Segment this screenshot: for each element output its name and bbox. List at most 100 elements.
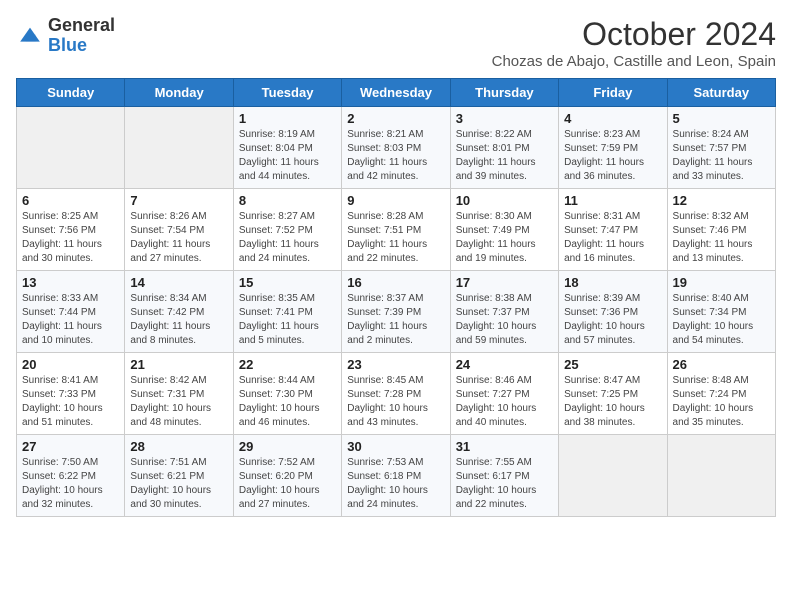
cell-content: Sunrise: 8:37 AM Sunset: 7:39 PM Dayligh… xyxy=(347,292,444,348)
cell-content: Sunrise: 8:38 AM Sunset: 7:37 PM Dayligh… xyxy=(456,292,553,348)
day-number: 27 xyxy=(22,439,119,454)
cell-content: Sunrise: 7:50 AM Sunset: 6:22 PM Dayligh… xyxy=(22,456,119,512)
calendar-cell: 12 Sunrise: 8:32 AM Sunset: 7:46 PM Dayli… xyxy=(667,189,775,271)
title-area: October 2024 Chozas de Abajo, Castille a… xyxy=(492,16,776,70)
calendar-cell: 19 Sunrise: 8:40 AM Sunset: 7:34 PM Dayli… xyxy=(667,271,775,353)
location-title: Chozas de Abajo, Castille and Leon, Spai… xyxy=(492,53,776,70)
cell-content: Sunrise: 8:19 AM Sunset: 8:04 PM Dayligh… xyxy=(239,128,336,184)
cell-content: Sunrise: 7:51 AM Sunset: 6:21 PM Dayligh… xyxy=(130,456,227,512)
day-number: 1 xyxy=(239,111,336,126)
day-number: 23 xyxy=(347,357,444,372)
day-number: 18 xyxy=(564,275,661,290)
day-number: 19 xyxy=(673,275,770,290)
calendar-cell xyxy=(667,435,775,517)
calendar-cell: 3 Sunrise: 8:22 AM Sunset: 8:01 PM Daylig… xyxy=(450,107,558,189)
calendar-cell: 30 Sunrise: 7:53 AM Sunset: 6:18 PM Dayli… xyxy=(342,435,450,517)
logo-text: General Blue xyxy=(48,16,115,56)
day-of-week-header: Monday xyxy=(125,79,233,107)
calendar-cell: 17Sunrise: 8:38 AM Sunset: 7:37 PM Dayli… xyxy=(450,271,558,353)
calendar-week-row: 20 Sunrise: 8:41 AM Sunset: 7:33 PM Dayli… xyxy=(17,353,776,435)
cell-content: Sunrise: 8:31 AM Sunset: 7:47 PM Dayligh… xyxy=(564,210,661,266)
calendar-cell xyxy=(17,107,125,189)
cell-content: Sunrise: 8:28 AM Sunset: 7:51 PM Dayligh… xyxy=(347,210,444,266)
day-number: 12 xyxy=(673,193,770,208)
calendar-week-row: 6Sunrise: 8:25 AM Sunset: 7:56 PM Daylig… xyxy=(17,189,776,271)
day-number: 21 xyxy=(130,357,227,372)
day-number: 5 xyxy=(673,111,770,126)
day-of-week-header: Wednesday xyxy=(342,79,450,107)
calendar-cell: 15Sunrise: 8:35 AM Sunset: 7:41 PM Dayli… xyxy=(233,271,341,353)
calendar-cell: 9 Sunrise: 8:28 AM Sunset: 7:51 PM Daylig… xyxy=(342,189,450,271)
cell-content: Sunrise: 8:23 AM Sunset: 7:59 PM Dayligh… xyxy=(564,128,661,184)
day-of-week-header: Tuesday xyxy=(233,79,341,107)
logo-icon xyxy=(16,22,44,50)
calendar-cell: 21Sunrise: 8:42 AM Sunset: 7:31 PM Dayli… xyxy=(125,353,233,435)
day-number: 2 xyxy=(347,111,444,126)
calendar-cell xyxy=(559,435,667,517)
logo-general-text: General xyxy=(48,16,115,36)
cell-content: Sunrise: 8:26 AM Sunset: 7:54 PM Dayligh… xyxy=(130,210,227,266)
day-number: 26 xyxy=(673,357,770,372)
day-number: 4 xyxy=(564,111,661,126)
calendar-cell: 18 Sunrise: 8:39 AM Sunset: 7:36 PM Dayli… xyxy=(559,271,667,353)
calendar-cell: 2 Sunrise: 8:21 AM Sunset: 8:03 PM Daylig… xyxy=(342,107,450,189)
calendar-cell: 10 Sunrise: 8:30 AM Sunset: 7:49 PM Dayli… xyxy=(450,189,558,271)
calendar-cell: 29 Sunrise: 7:52 AM Sunset: 6:20 PM Dayli… xyxy=(233,435,341,517)
day-number: 6 xyxy=(22,193,119,208)
day-number: 15 xyxy=(239,275,336,290)
cell-content: Sunrise: 8:22 AM Sunset: 8:01 PM Dayligh… xyxy=(456,128,553,184)
day-number: 14 xyxy=(130,275,227,290)
day-number: 10 xyxy=(456,193,553,208)
page-header: General Blue October 2024 Chozas de Abaj… xyxy=(16,16,776,70)
cell-content: Sunrise: 8:24 AM Sunset: 7:57 PM Dayligh… xyxy=(673,128,770,184)
cell-content: Sunrise: 8:32 AM Sunset: 7:46 PM Dayligh… xyxy=(673,210,770,266)
calendar-cell: 5 Sunrise: 8:24 AM Sunset: 7:57 PM Daylig… xyxy=(667,107,775,189)
cell-content: Sunrise: 8:30 AM Sunset: 7:49 PM Dayligh… xyxy=(456,210,553,266)
day-number: 11 xyxy=(564,193,661,208)
cell-content: Sunrise: 8:40 AM Sunset: 7:34 PM Dayligh… xyxy=(673,292,770,348)
cell-content: Sunrise: 7:53 AM Sunset: 6:18 PM Dayligh… xyxy=(347,456,444,512)
day-number: 24 xyxy=(456,357,553,372)
calendar-table: SundayMondayTuesdayWednesdayThursdayFrid… xyxy=(16,78,776,517)
calendar-week-row: 13Sunrise: 8:33 AM Sunset: 7:44 PM Dayli… xyxy=(17,271,776,353)
cell-content: Sunrise: 8:46 AM Sunset: 7:27 PM Dayligh… xyxy=(456,374,553,430)
day-number: 13 xyxy=(22,275,119,290)
cell-content: Sunrise: 8:47 AM Sunset: 7:25 PM Dayligh… xyxy=(564,374,661,430)
calendar-cell: 4 Sunrise: 8:23 AM Sunset: 7:59 PM Daylig… xyxy=(559,107,667,189)
day-number: 20 xyxy=(22,357,119,372)
cell-content: Sunrise: 8:41 AM Sunset: 7:33 PM Dayligh… xyxy=(22,374,119,430)
calendar-cell: 31 Sunrise: 7:55 AM Sunset: 6:17 PM Dayli… xyxy=(450,435,558,517)
day-number: 16 xyxy=(347,275,444,290)
day-number: 9 xyxy=(347,193,444,208)
calendar-cell: 20 Sunrise: 8:41 AM Sunset: 7:33 PM Dayli… xyxy=(17,353,125,435)
calendar-cell: 22Sunrise: 8:44 AM Sunset: 7:30 PM Dayli… xyxy=(233,353,341,435)
calendar-cell: 11 Sunrise: 8:31 AM Sunset: 7:47 PM Dayli… xyxy=(559,189,667,271)
day-of-week-header: Thursday xyxy=(450,79,558,107)
cell-content: Sunrise: 8:27 AM Sunset: 7:52 PM Dayligh… xyxy=(239,210,336,266)
calendar-cell: 23Sunrise: 8:45 AM Sunset: 7:28 PM Dayli… xyxy=(342,353,450,435)
calendar-cell xyxy=(125,107,233,189)
calendar-header-row: SundayMondayTuesdayWednesdayThursdayFrid… xyxy=(17,79,776,107)
cell-content: Sunrise: 8:48 AM Sunset: 7:24 PM Dayligh… xyxy=(673,374,770,430)
calendar-week-row: 27 Sunrise: 7:50 AM Sunset: 6:22 PM Dayli… xyxy=(17,435,776,517)
calendar-cell: 28 Sunrise: 7:51 AM Sunset: 6:21 PM Dayli… xyxy=(125,435,233,517)
calendar-cell: 25 Sunrise: 8:47 AM Sunset: 7:25 PM Dayli… xyxy=(559,353,667,435)
cell-content: Sunrise: 7:55 AM Sunset: 6:17 PM Dayligh… xyxy=(456,456,553,512)
calendar-cell: 6Sunrise: 8:25 AM Sunset: 7:56 PM Daylig… xyxy=(17,189,125,271)
day-number: 7 xyxy=(130,193,227,208)
cell-content: Sunrise: 8:21 AM Sunset: 8:03 PM Dayligh… xyxy=(347,128,444,184)
day-number: 25 xyxy=(564,357,661,372)
cell-content: Sunrise: 7:52 AM Sunset: 6:20 PM Dayligh… xyxy=(239,456,336,512)
day-number: 29 xyxy=(239,439,336,454)
day-number: 8 xyxy=(239,193,336,208)
cell-content: Sunrise: 8:34 AM Sunset: 7:42 PM Dayligh… xyxy=(130,292,227,348)
calendar-cell: 13Sunrise: 8:33 AM Sunset: 7:44 PM Dayli… xyxy=(17,271,125,353)
day-number: 3 xyxy=(456,111,553,126)
day-number: 31 xyxy=(456,439,553,454)
cell-content: Sunrise: 8:39 AM Sunset: 7:36 PM Dayligh… xyxy=(564,292,661,348)
calendar-cell: 8 Sunrise: 8:27 AM Sunset: 7:52 PM Daylig… xyxy=(233,189,341,271)
logo-blue-text: Blue xyxy=(48,36,115,56)
day-number: 28 xyxy=(130,439,227,454)
day-number: 30 xyxy=(347,439,444,454)
calendar-week-row: 1 Sunrise: 8:19 AM Sunset: 8:04 PM Daylig… xyxy=(17,107,776,189)
